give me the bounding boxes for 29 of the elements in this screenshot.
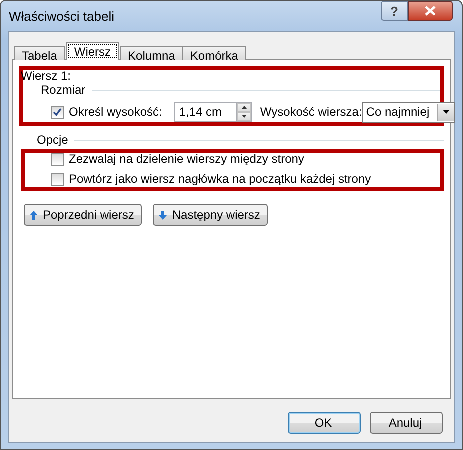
- checkbox[interactable]: [51, 106, 64, 118]
- tab[interactable]: Komórka: [182, 46, 246, 60]
- next-row-button[interactable]: Następny wiersz: [153, 204, 268, 226]
- down-arrow-icon: [159, 210, 168, 220]
- checkbox[interactable]: [51, 153, 64, 166]
- close-icon: [425, 6, 436, 16]
- row-height-dropdown[interactable]: Co najmniej: [362, 102, 456, 122]
- ok-button[interactable]: OK: [288, 412, 361, 434]
- dropdown-arrow-icon: [442, 110, 450, 114]
- tab[interactable]: Wiersz: [66, 42, 120, 60]
- up-arrow-icon: [30, 210, 38, 220]
- section-heading: Opcje: [37, 134, 68, 147]
- section-heading: Rozmiar: [41, 84, 86, 97]
- checkbox-label: Określ wysokość:: [69, 106, 162, 118]
- checkbox-label: Zezwalaj na dzielenie wierszy między strony: [69, 153, 304, 166]
- help-button[interactable]: ?: [381, 1, 408, 21]
- window-title: Właściwości tabeli: [9, 8, 116, 24]
- previous-row-button[interactable]: Poprzedni wiersz: [24, 204, 142, 226]
- checkbox[interactable]: [51, 173, 64, 186]
- row-height-label: Wysokość wiersza:: [260, 106, 362, 118]
- height-field[interactable]: 1,14 cm: [174, 102, 236, 122]
- up-arrow-icon: [242, 106, 247, 109]
- cancel-button[interactable]: Anuluj: [370, 412, 443, 434]
- tab[interactable]: Kolumna: [120, 46, 184, 60]
- spin-button[interactable]: [236, 102, 252, 122]
- checkbox-label: Powtórz jako wiersz nagłówka na początku każdej strony: [69, 173, 372, 186]
- tab[interactable]: Tabela: [14, 46, 66, 60]
- down-arrow-icon: [242, 115, 247, 118]
- close-button[interactable]: [408, 1, 453, 21]
